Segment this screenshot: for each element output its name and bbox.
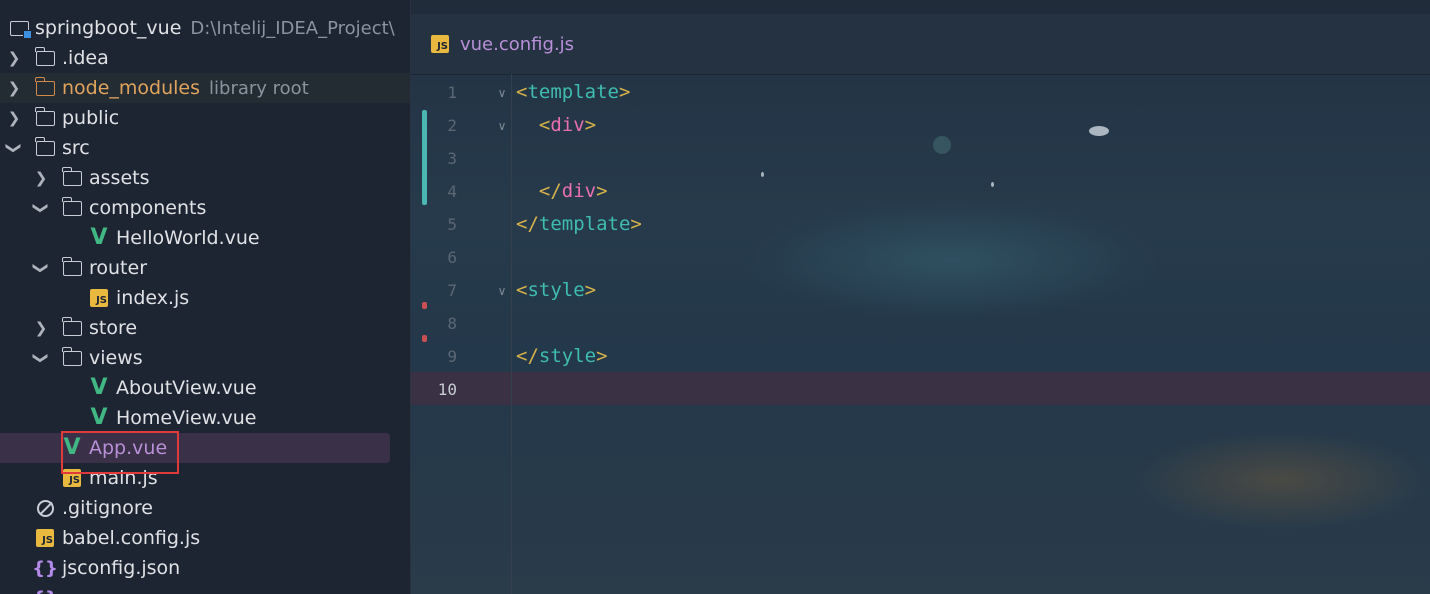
tree-item-label: assets <box>89 167 150 189</box>
line-number: 2 <box>447 116 457 135</box>
tree-item-label: AboutView.vue <box>116 377 257 399</box>
line-number: 9 <box>447 347 457 366</box>
project-path: D:\Intelij_IDEA_Project\ <box>190 17 395 39</box>
vue-icon: V <box>90 405 108 430</box>
tree-item-views[interactable]: ❯ views <box>0 343 410 373</box>
tree-item-src[interactable]: ❯ src <box>0 133 410 163</box>
tree-root-springboot-vue[interactable]: springboot_vue D:\Intelij_IDEA_Project\ <box>0 13 410 43</box>
tab-vue-config-js[interactable]: JS vue.config.js <box>411 14 574 74</box>
code-line[interactable]: </template> <box>516 208 642 241</box>
tree-item-node-modules[interactable]: ❯ node_modules library root <box>0 73 410 103</box>
chevron-right-icon[interactable]: ❯ <box>2 103 26 133</box>
tree-item-label: index.js <box>116 287 190 309</box>
chevron-down-icon[interactable]: ❯ <box>26 256 56 280</box>
window-top-strip <box>411 0 1430 14</box>
tree-item-components[interactable]: ❯ components <box>0 193 410 223</box>
tree-item-assets[interactable]: ❯ assets <box>0 163 410 193</box>
line-number: 7 <box>447 281 457 300</box>
tree-item-partial: {} <box>0 583 410 594</box>
tree-item-label: .idea <box>62 47 109 69</box>
tree-item-label: views <box>89 347 143 369</box>
code-editor[interactable]: JS vue.config.js 1 2 3 4 5 6 7 8 9 10 ∨ … <box>411 0 1430 594</box>
background-haze <box>1131 430 1430 530</box>
chevron-down-icon[interactable]: ❯ <box>0 136 29 160</box>
chevron-right-icon[interactable]: ❯ <box>29 313 53 343</box>
tree-item-label: public <box>62 107 120 129</box>
tree-item-homeview-vue[interactable]: V HomeView.vue <box>0 403 410 433</box>
editor-tab-bar: JS vue.config.js <box>411 14 1430 75</box>
gitignore-icon <box>34 493 56 523</box>
line-number: 1 <box>447 83 457 102</box>
tab-label: vue.config.js <box>460 33 575 55</box>
chevron-right-icon[interactable]: ❯ <box>29 163 53 193</box>
library-root-hint: library root <box>209 77 309 99</box>
js-icon: JS <box>431 35 449 53</box>
line-number: 4 <box>447 182 457 201</box>
tree-item-babel-config-js[interactable]: JS babel.config.js <box>0 523 410 553</box>
fold-chevron-icon[interactable]: ∨ <box>495 274 509 307</box>
annotation-highlight-box <box>61 431 179 474</box>
vue-icon: V <box>90 225 108 250</box>
chevron-right-icon[interactable]: ❯ <box>2 73 26 103</box>
background-speck <box>1089 126 1109 136</box>
js-icon: JS <box>34 523 56 553</box>
tree-item-public[interactable]: ❯ public <box>0 103 410 133</box>
background-speck <box>761 172 764 177</box>
vue-icon: V <box>90 375 108 400</box>
tree-item-label: babel.config.js <box>62 527 201 549</box>
tree-item-label: store <box>89 317 138 339</box>
gutter-divider <box>511 74 512 594</box>
tree-item-idea[interactable]: ❯ .idea <box>0 43 410 73</box>
current-line-highlight <box>411 372 1430 405</box>
tree-item-router[interactable]: ❯ router <box>0 253 410 283</box>
chevron-down-icon[interactable]: ❯ <box>26 196 56 220</box>
project-name: springboot_vue <box>35 16 182 39</box>
chevron-down-icon[interactable]: ❯ <box>26 346 56 370</box>
background-haze <box>741 200 1161 320</box>
folder-icon <box>61 253 83 283</box>
background-speck <box>933 136 951 154</box>
line-number-current: 10 <box>437 380 457 399</box>
folder-icon <box>61 193 83 223</box>
tree-item-store[interactable]: ❯ store <box>0 313 410 343</box>
folder-icon <box>61 343 83 373</box>
folder-icon <box>34 103 56 133</box>
folder-icon <box>34 133 56 163</box>
tree-item-label: src <box>62 137 90 159</box>
tree-item-index-js[interactable]: JS index.js <box>0 283 410 313</box>
tree-item-aboutview-vue[interactable]: V AboutView.vue <box>0 373 410 403</box>
code-line[interactable]: <div> <box>516 109 596 142</box>
tree-item-label: .gitignore <box>62 497 153 519</box>
line-number: 5 <box>447 215 457 234</box>
tree-item-helloworld-vue[interactable]: V HelloWorld.vue <box>0 223 410 253</box>
project-tree-panel: springboot_vue D:\Intelij_IDEA_Project\ ❯… <box>0 0 411 594</box>
js-icon: JS <box>88 283 110 313</box>
fold-chevron-icon[interactable]: ∨ <box>495 109 509 142</box>
folder-icon <box>34 73 56 103</box>
json-icon: {} <box>32 583 58 594</box>
background-speck <box>991 182 994 187</box>
json-icon: {} <box>32 557 58 579</box>
tree-item-label: node_modules <box>62 76 201 99</box>
tree-item-jsconfig-json[interactable]: {} jsconfig.json <box>0 553 410 583</box>
fold-chevron-icon[interactable]: ∨ <box>495 76 509 109</box>
chevron-right-icon[interactable]: ❯ <box>2 43 26 73</box>
root-folder-icon <box>8 13 32 43</box>
tree-item-gitignore[interactable]: .gitignore <box>0 493 410 523</box>
line-number: 6 <box>447 248 457 267</box>
folder-icon <box>61 163 83 193</box>
tree-item-label: HomeView.vue <box>116 407 257 429</box>
tree-item-label: HelloWorld.vue <box>116 227 260 249</box>
line-number: 8 <box>447 314 457 333</box>
tree-item-label: router <box>89 257 148 279</box>
code-line[interactable]: <style> <box>516 274 596 307</box>
folder-icon <box>61 313 83 343</box>
code-line[interactable]: <template> <box>516 76 630 109</box>
tree-item-label: jsconfig.json <box>62 557 181 579</box>
code-line[interactable]: </style> <box>516 340 608 373</box>
line-number: 3 <box>447 149 457 168</box>
code-line[interactable]: </div> <box>516 175 608 208</box>
folder-icon <box>34 43 56 73</box>
tree-item-label: components <box>89 197 207 219</box>
